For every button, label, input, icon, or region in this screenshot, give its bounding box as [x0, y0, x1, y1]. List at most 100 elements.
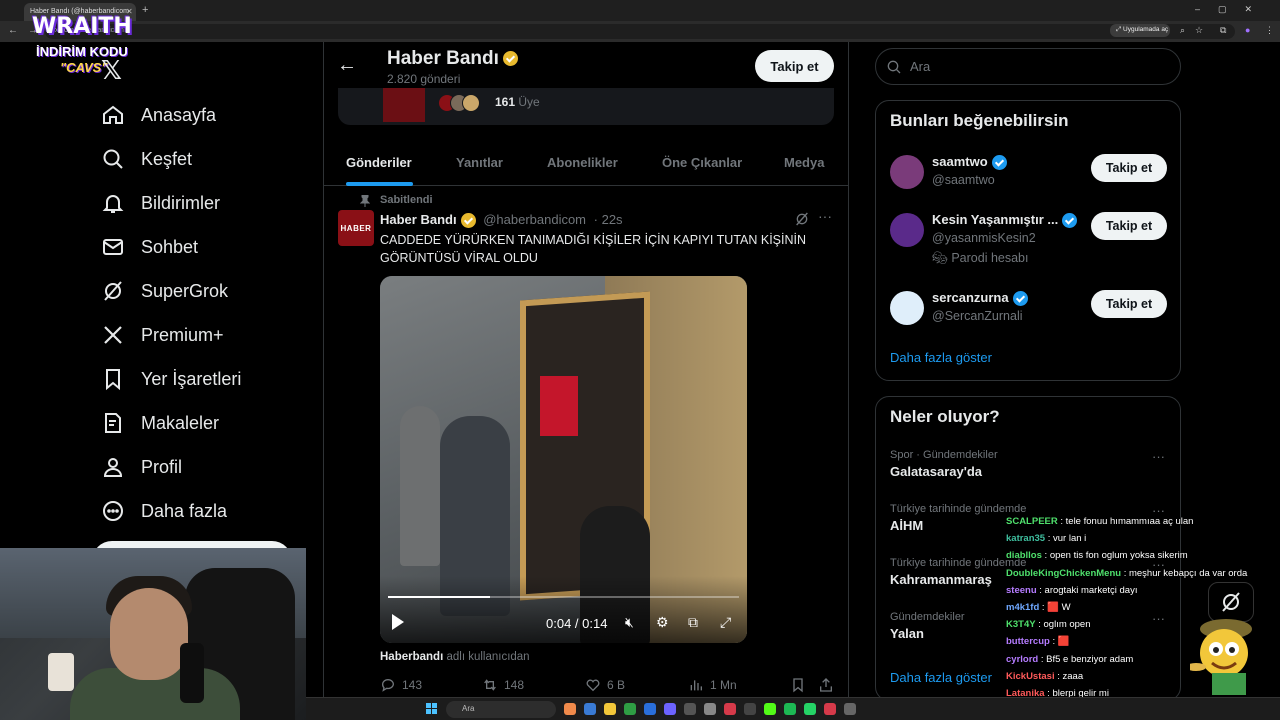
reply-icon: [382, 679, 395, 692]
pinned-label: Sabitlendi: [380, 194, 433, 206]
x-icon: [100, 322, 126, 348]
chrome-icon[interactable]: [624, 703, 636, 715]
community-card[interactable]: 161 Üye: [338, 88, 834, 125]
source-user[interactable]: Haberbandı: [380, 651, 443, 663]
taskbar-app-icon[interactable]: [584, 703, 596, 715]
nav-item-messages[interactable]: Sohbet: [100, 229, 198, 265]
like-button[interactable]: 6 B: [585, 677, 625, 693]
chat-username: cyrlord: [1006, 653, 1039, 665]
bookmark-button[interactable]: [790, 677, 812, 693]
new-tab-icon[interactable]: +: [142, 4, 148, 16]
mail-icon: [100, 234, 126, 260]
fullscreen-icon[interactable]: ⤢: [720, 614, 731, 631]
more-circle-icon: [100, 498, 126, 524]
taskbar-app-icon[interactable]: [704, 703, 716, 715]
taskbar-app-icon[interactable]: [604, 703, 616, 715]
trend-topic: Galatasaray'da: [890, 464, 982, 479]
tab-replies[interactable]: Yanıtlar: [456, 155, 503, 170]
chat-text: : tele fonuu hımammıaa aç ulan: [1057, 516, 1194, 527]
reply-button[interactable]: 143: [380, 677, 422, 693]
address-bar[interactable]: x.com/haberbandicom: [45, 24, 1235, 39]
chat-message: diabllos : open tis fon oglum yoksa sike…: [1006, 550, 1188, 561]
tweet-time[interactable]: · 22s: [594, 212, 623, 227]
taskbar-app-icon[interactable]: [644, 703, 656, 715]
nav-item-notifications[interactable]: Bildirimler: [100, 185, 220, 221]
nav-item-articles[interactable]: Makaleler: [100, 405, 219, 441]
taskbar-search[interactable]: Ara: [446, 701, 556, 718]
discord-icon[interactable]: [664, 703, 676, 715]
taskbar-app-icon[interactable]: [824, 703, 836, 715]
chat-message: K3T4Y : oglım open: [1006, 619, 1091, 630]
taskbar-app-icon[interactable]: [684, 703, 696, 715]
more-options-icon[interactable]: ···: [818, 208, 832, 224]
like-count: 6 B: [607, 678, 626, 692]
extensions-icon[interactable]: ⧉: [1220, 25, 1226, 36]
menu-icon[interactable]: ⋮: [1265, 25, 1274, 36]
pip-icon[interactable]: ⧉: [688, 614, 698, 631]
follow-button[interactable]: Takip et: [755, 50, 834, 82]
trend-item[interactable]: Spor · Gündemdekiler Galatasaray'da ···: [890, 449, 1170, 479]
share-button[interactable]: [818, 677, 840, 693]
zoom-icon[interactable]: ⌕: [1180, 25, 1185, 36]
chat-username: SCALPEER: [1006, 516, 1058, 527]
taskbar-app-icon[interactable]: [564, 703, 576, 715]
suggestion-name-text: sercanzurna: [932, 290, 1009, 305]
tweet-header: Haber Bandı @haberbandicom · 22s: [380, 212, 623, 229]
video-progress-bar[interactable]: [388, 596, 739, 598]
show-more-link[interactable]: Daha fazla göster: [890, 350, 992, 365]
taskbar-app-icon[interactable]: [724, 703, 736, 715]
play-icon[interactable]: [392, 614, 404, 630]
follow-button[interactable]: Takip et: [1091, 212, 1167, 240]
open-in-app-button[interactable]: ⤢ Uygulamada aç: [1110, 24, 1170, 37]
tweet-handle[interactable]: @haberbandicom: [483, 212, 586, 227]
back-arrow-icon[interactable]: ←: [337, 54, 357, 77]
nav-item-home[interactable]: Anasayfa: [100, 97, 216, 133]
profile-icon[interactable]: ●: [1245, 25, 1250, 35]
tweet-avatar[interactable]: HABER: [338, 210, 374, 246]
taskbar-app-icon[interactable]: [844, 703, 856, 715]
repost-button[interactable]: 148: [482, 677, 524, 693]
parody-label: 🎭︎ Parodi hesabı: [932, 251, 1028, 266]
tab-posts[interactable]: Gönderiler: [346, 155, 412, 170]
mute-icon[interactable]: 🔇︎: [625, 614, 634, 631]
suggestion-handle: @saamtwo: [932, 173, 995, 187]
nav-item-more[interactable]: Daha fazla: [100, 493, 227, 529]
follow-button[interactable]: Takip et: [1091, 290, 1167, 318]
show-more-link[interactable]: Daha fazla göster: [890, 670, 992, 685]
search-input[interactable]: Ara: [875, 48, 1181, 85]
suggestion-item[interactable]: Kesin Yaşanmıştır ... @yasanmisKesin2 🎭︎…: [890, 211, 1170, 265]
tab-media[interactable]: Medya: [784, 155, 824, 170]
chat-message: steenu : arogtaki marketçi dayı: [1006, 585, 1137, 596]
nav-item-explore[interactable]: Keşfet: [100, 141, 192, 177]
video-player[interactable]: 0:04 / 0:14 🔇︎ ⚙ ⧉ ⤢: [380, 276, 747, 643]
chat-text: : arogtaki marketçi dayı: [1036, 584, 1138, 596]
x-logo-icon[interactable]: 𝕏: [101, 56, 122, 86]
panel-title: Neler oluyor?: [890, 407, 1000, 426]
views-button[interactable]: 1 Mn: [688, 677, 737, 693]
suggestion-name-text: saamtwo: [932, 154, 988, 169]
settings-icon[interactable]: ⚙: [656, 614, 669, 631]
tweet-author[interactable]: Haber Bandı: [380, 212, 457, 227]
whatsapp-icon[interactable]: [804, 703, 816, 715]
more-options-icon[interactable]: ···: [1152, 449, 1165, 464]
suggestion-item[interactable]: sercanzurna @SercanZurnali Takip et: [890, 289, 1170, 329]
profile-name-text: Haber Bandı: [387, 48, 499, 69]
back-icon[interactable]: ←: [8, 25, 18, 36]
spotify-icon[interactable]: [784, 703, 796, 715]
nav-item-premium[interactable]: Premium+: [100, 317, 224, 353]
nav-item-profile[interactable]: Profil: [100, 449, 182, 485]
nav-item-supergrok[interactable]: SuperGrok: [100, 273, 228, 309]
star-icon[interactable]: ☆: [1195, 25, 1203, 36]
tab-subscriptions[interactable]: Abonelikler: [547, 155, 618, 170]
suggestion-item[interactable]: saamtwo @saamtwo Takip et: [890, 153, 1170, 193]
tab-highlights[interactable]: Öne Çıkanlar: [662, 155, 742, 170]
grok-explain-icon[interactable]: [794, 211, 810, 232]
nav-label: SuperGrok: [141, 280, 229, 301]
follow-button[interactable]: Takip et: [1091, 154, 1167, 182]
taskbar-app-icon[interactable]: [744, 703, 756, 715]
chat-username: katran35: [1006, 533, 1046, 545]
taskbar-app-icon[interactable]: [764, 703, 776, 715]
nav-item-bookmarks[interactable]: Yer İşaretleri: [100, 361, 241, 397]
avatar: [890, 291, 924, 325]
window-controls[interactable]: –▢✕: [1195, 4, 1270, 15]
